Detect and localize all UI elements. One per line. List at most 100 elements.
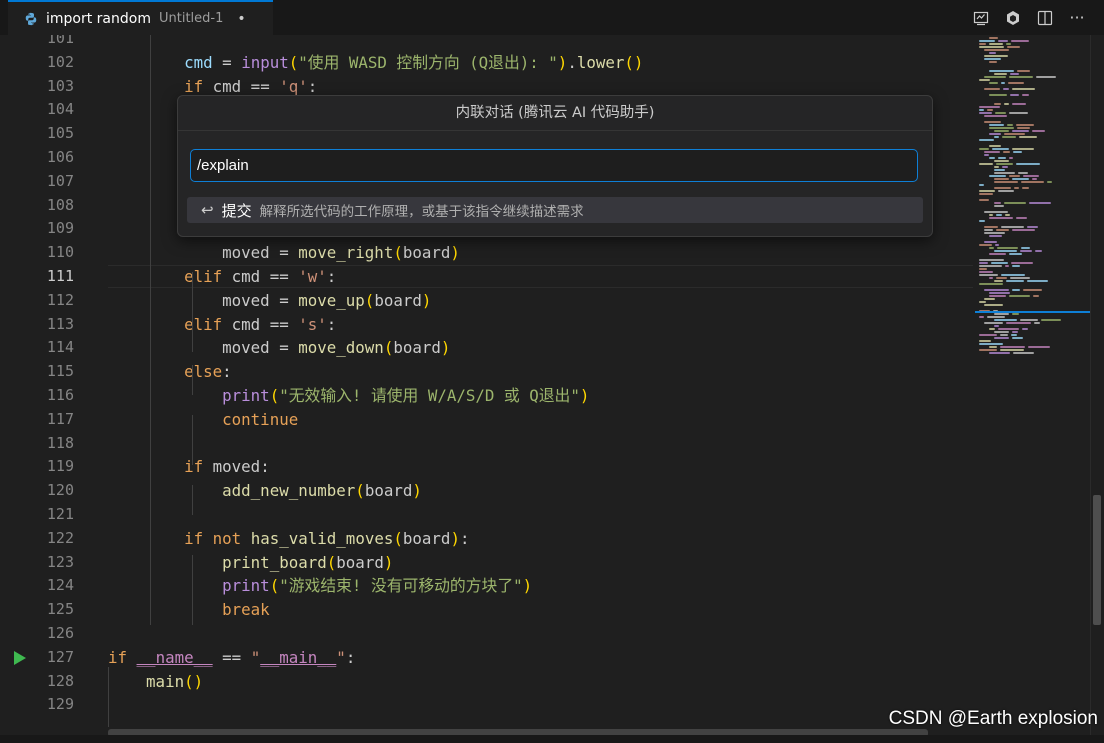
code-line[interactable]: 111 elif cmd == 'w':	[0, 265, 975, 289]
inline-chat-widget: 内联对话 (腾讯云 AI 代码助手) ↩ 提交 解释所选代码的工作原理，或基于该…	[177, 95, 933, 237]
more-actions-icon[interactable]: ···	[1068, 8, 1086, 27]
minimap-line	[979, 340, 991, 342]
minimap-line	[1012, 148, 1034, 150]
minimap-line	[979, 79, 990, 81]
minimap-line	[984, 241, 997, 243]
minimap-line	[989, 175, 1006, 177]
minimap-line	[1000, 346, 1025, 348]
line-number: 125	[46, 600, 74, 619]
copilot-icon[interactable]	[1004, 9, 1022, 27]
minimap-line	[989, 247, 994, 249]
indent-guide	[192, 415, 193, 465]
code-line[interactable]: 121	[0, 503, 975, 527]
minimap-line	[984, 304, 1003, 306]
code-text: continue	[222, 409, 299, 429]
minimap-line	[1009, 295, 1030, 297]
submit-command[interactable]: 提交	[222, 200, 252, 221]
minimap-line	[994, 319, 1017, 321]
tab-title: import random	[46, 10, 151, 27]
line-number: 118	[46, 433, 74, 452]
watermark: CSDN @Earth explosion	[888, 708, 1098, 729]
minimap-line	[989, 145, 1001, 147]
code-line[interactable]: 102 cmd = input("使用 WASD 控制方向 (Q退出): ").…	[0, 51, 975, 75]
vertical-scrollbar[interactable]	[1090, 35, 1104, 735]
code-line[interactable]: 116 print("无效输入! 请使用 W/A/S/D 或 Q退出")	[0, 384, 975, 408]
code-line[interactable]: 129	[0, 693, 975, 717]
minimap-line	[1003, 88, 1009, 90]
minimap-line	[984, 229, 993, 231]
code-line[interactable]: 126	[0, 622, 975, 646]
code-line[interactable]: 112 moved = move_up(board)	[0, 289, 975, 313]
code-line[interactable]: 115 else:	[0, 360, 975, 384]
code-line[interactable]: 127 if __name__ == "__main__":	[0, 646, 975, 670]
code-line[interactable]: 113 elif cmd == 's':	[0, 313, 975, 337]
minimap-line	[1029, 202, 1051, 204]
line-number: 123	[46, 552, 74, 571]
code-line[interactable]: 110 moved = move_right(board)	[0, 241, 975, 265]
code-line[interactable]: 118	[0, 432, 975, 456]
code-line[interactable]: 124 print("游戏结束! 没有可移动的方块了")	[0, 574, 975, 598]
minimap-line	[979, 139, 994, 141]
minimap-line	[996, 214, 1002, 216]
split-editor-icon[interactable]	[1036, 9, 1054, 27]
minimap-line	[989, 82, 998, 84]
minimap-line	[1012, 88, 1035, 90]
code-line[interactable]: 123 print_board(board)	[0, 551, 975, 575]
code-line[interactable]: 119 if moved:	[0, 455, 975, 479]
vertical-scrollbar-thumb[interactable]	[1093, 495, 1101, 625]
minimap-line	[1012, 229, 1035, 231]
minimap-line	[979, 199, 989, 201]
line-number: 128	[46, 671, 74, 690]
minimap-line	[984, 151, 1000, 153]
code-line[interactable]: 101	[0, 35, 975, 51]
line-number: 121	[46, 505, 74, 523]
open-changes-icon[interactable]	[972, 9, 990, 27]
minimap[interactable]	[975, 35, 1090, 735]
minimap-line	[996, 229, 1009, 231]
submit-hint: 解释所选代码的工作原理，或基于该指令继续描述需求	[259, 204, 584, 220]
minimap-line	[994, 313, 1009, 315]
code-text: if __name__ == "__main__":	[108, 647, 356, 667]
minimap-line	[984, 298, 995, 300]
tab-description: Untitled-1	[158, 11, 224, 26]
inline-chat-input[interactable]	[191, 150, 903, 181]
minimap-line	[1004, 103, 1009, 105]
code-line[interactable]: 125 break	[0, 598, 975, 622]
code-text: print("无效输入! 请使用 W/A/S/D 或 Q退出")	[222, 386, 590, 405]
minimap-line	[995, 112, 1006, 114]
inline-chat-input-box[interactable]	[190, 149, 918, 182]
unsaved-indicator[interactable]: •	[237, 11, 245, 27]
line-number: 101	[46, 35, 74, 47]
minimap-line	[1005, 214, 1010, 216]
minimap-line	[1022, 94, 1029, 96]
minimap-line	[984, 226, 998, 228]
indent-guide	[192, 485, 193, 515]
minimap-line	[994, 280, 1003, 282]
minimap-line	[979, 193, 993, 195]
indent-guide	[108, 667, 109, 727]
minimap-line	[1022, 328, 1028, 330]
code-line[interactable]: 120 add_new_number(board)	[0, 479, 975, 503]
minimap-line	[1001, 226, 1024, 228]
minimap-line	[994, 136, 999, 138]
minimap-line	[989, 52, 996, 54]
line-number: 107	[46, 171, 74, 190]
minimap-line	[989, 94, 1007, 96]
minimap-line	[989, 70, 1014, 72]
minimap-line	[996, 163, 1013, 165]
minimap-line	[1020, 250, 1032, 252]
minimap-line	[984, 49, 1009, 51]
minimap-line	[1012, 103, 1026, 105]
editor-tab[interactable]: import random Untitled-1 •	[8, 0, 273, 35]
code-line[interactable]: 117 continue	[0, 408, 975, 432]
minimap-line	[1027, 280, 1048, 282]
code-line[interactable]: 128 main()	[0, 670, 975, 694]
code-line[interactable]: 114 moved = move_down(board)	[0, 336, 975, 360]
code-line[interactable]: 122 if not has_valid_moves(board):	[0, 527, 975, 551]
line-number: 109	[46, 219, 74, 238]
minimap-line	[1003, 151, 1010, 153]
code-text: print("游戏结束! 没有可移动的方块了")	[222, 576, 533, 596]
inline-chat-suggestion[interactable]: ↩ 提交 解释所选代码的工作原理，或基于该指令继续描述需求	[187, 197, 923, 223]
minimap-line	[979, 40, 995, 42]
minimap-line	[994, 337, 1009, 339]
